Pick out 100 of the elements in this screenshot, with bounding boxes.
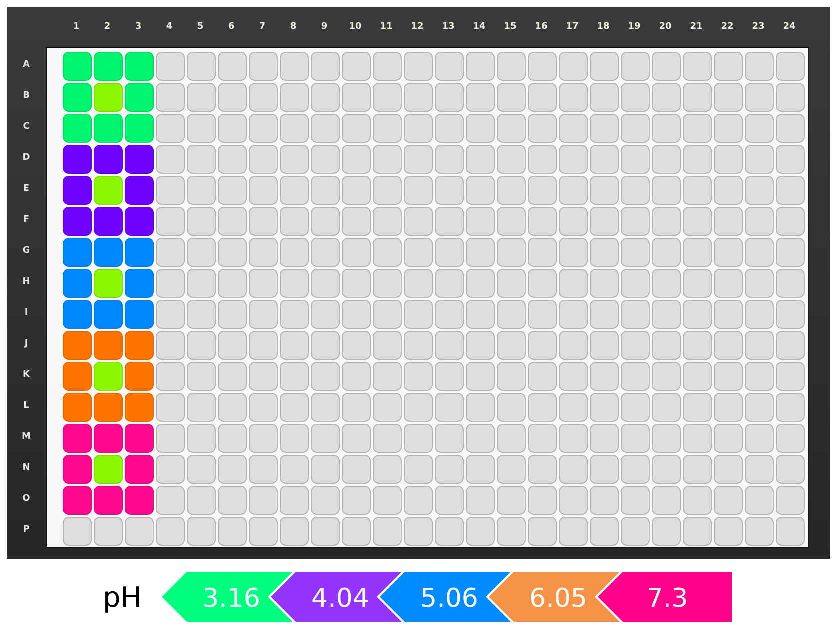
empty-well [187,238,216,267]
empty-well [187,517,216,546]
empty-well [559,176,588,205]
empty-well [342,145,371,174]
empty-well [714,393,743,422]
empty-well [745,269,774,298]
empty-well [404,114,433,143]
empty-well [156,455,185,484]
empty-well [683,114,712,143]
empty-well [342,114,371,143]
empty-well [466,238,495,267]
row-label: J [23,338,30,351]
row-label: N [22,462,32,475]
empty-well [280,83,309,112]
empty-well [373,114,402,143]
column-label: 7 [258,22,267,32]
empty-well [528,393,557,422]
empty-well [435,393,464,422]
empty-well [621,424,650,453]
empty-well [776,52,805,81]
empty-well [249,83,278,112]
empty-well [652,83,681,112]
empty-well [714,269,743,298]
empty-well [218,207,247,236]
empty-well [621,455,650,484]
empty-well [280,331,309,360]
empty-well [187,424,216,453]
empty-well [249,424,278,453]
empty-well [776,114,805,143]
empty-well [745,424,774,453]
empty-well [404,52,433,81]
empty-well [776,269,805,298]
empty-well [683,83,712,112]
empty-well [714,486,743,515]
legend-value: 4.04 [311,584,370,614]
empty-well [528,207,557,236]
empty-well [621,176,650,205]
empty-well [683,145,712,174]
empty-well [528,331,557,360]
empty-well [590,331,619,360]
empty-well [652,176,681,205]
empty-well [187,300,216,329]
empty-well [559,238,588,267]
empty-well [311,455,340,484]
empty-well [466,455,495,484]
empty-well [497,517,526,546]
empty-well [187,331,216,360]
legend-value: 6.05 [529,584,588,614]
empty-well [497,424,526,453]
empty-well [714,114,743,143]
empty-well [621,145,650,174]
empty-well [435,424,464,453]
empty-well [497,238,526,267]
row-label: I [24,307,30,320]
empty-well [373,362,402,391]
empty-well [776,517,805,546]
empty-well [683,300,712,329]
empty-well [435,207,464,236]
empty-well [311,238,340,267]
empty-well [497,83,526,112]
empty-well [466,331,495,360]
empty-well [559,300,588,329]
empty-well [745,331,774,360]
empty-well [776,83,805,112]
empty-well [559,145,588,174]
empty-well [342,362,371,391]
empty-well [435,362,464,391]
empty-well [435,455,464,484]
column-label: 11 [379,22,394,32]
empty-well [528,300,557,329]
empty-well [218,486,247,515]
empty-well [466,269,495,298]
column-label: 18 [596,22,611,32]
empty-well [435,145,464,174]
empty-well [497,455,526,484]
empty-well [342,269,371,298]
column-label: 12 [410,22,425,32]
empty-well [621,486,650,515]
legend-value: 3.16 [202,584,260,614]
empty-well [590,362,619,391]
column-label: 23 [751,22,766,32]
empty-well [311,207,340,236]
empty-well [714,52,743,81]
empty-well [435,52,464,81]
empty-well [621,269,650,298]
empty-well [683,455,712,484]
empty-well [249,114,278,143]
empty-well [218,455,247,484]
empty-well [404,145,433,174]
empty-well [311,176,340,205]
empty-well [745,83,774,112]
empty-well [652,455,681,484]
empty-well [590,300,619,329]
empty-well [683,393,712,422]
column-label: 2 [103,22,112,32]
empty-well [559,331,588,360]
empty-well [404,486,433,515]
empty-well [745,393,774,422]
empty-well [373,52,402,81]
empty-well [590,83,619,112]
